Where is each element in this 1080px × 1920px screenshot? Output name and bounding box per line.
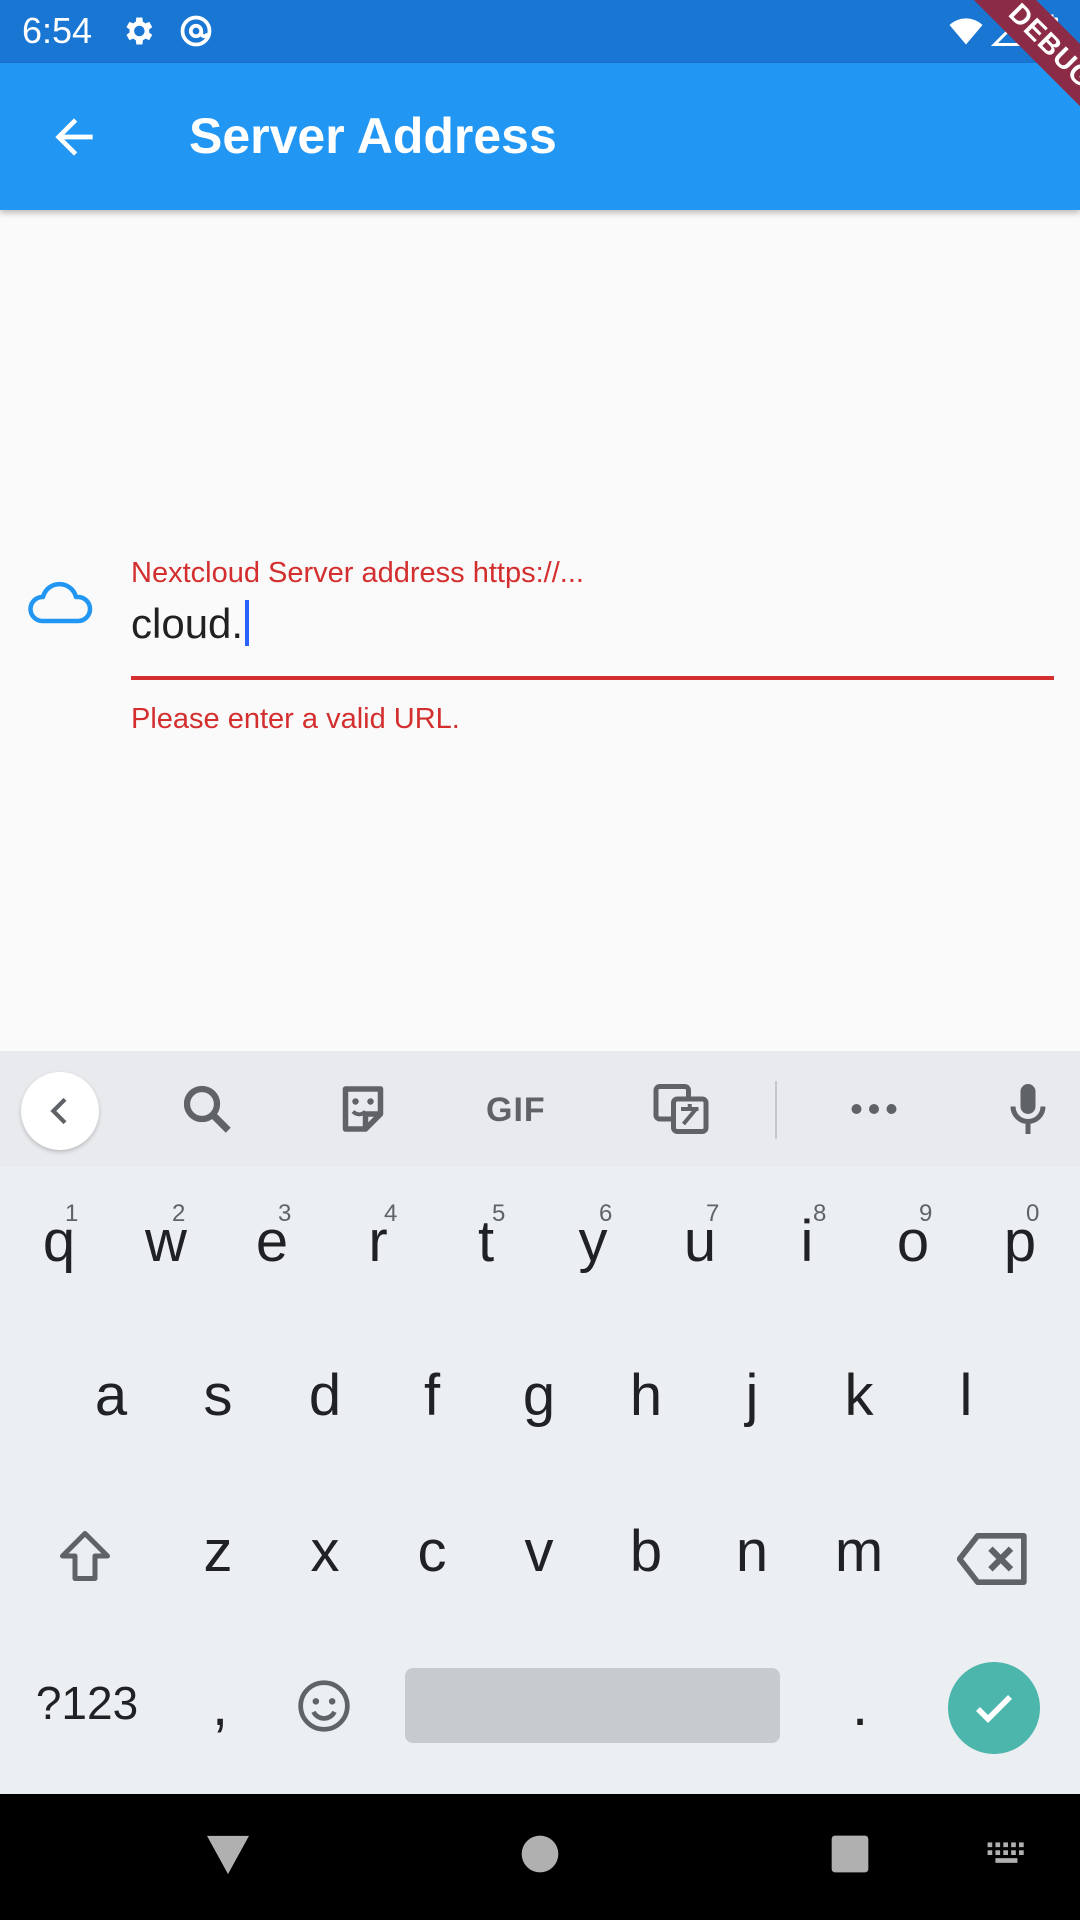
- input-underline: [131, 676, 1054, 680]
- space-key[interactable]: [405, 1668, 780, 1743]
- server-address-input[interactable]: cloud.: [131, 600, 250, 648]
- key-hint-4: 4: [384, 1200, 398, 1227]
- key-y[interactable]: y: [553, 1208, 633, 1275]
- gif-button[interactable]: GIF: [486, 1091, 546, 1130]
- keyboard-toolbar: GIF: [0, 1051, 1080, 1167]
- page-title: Server Address: [189, 108, 557, 164]
- key-v[interactable]: v: [499, 1518, 579, 1585]
- wifi-icon: [949, 18, 983, 45]
- search-icon[interactable]: [177, 1079, 237, 1139]
- key-u[interactable]: u: [660, 1208, 740, 1275]
- status-bar: 6:54: [0, 0, 1080, 63]
- at-sign-icon: [180, 15, 212, 47]
- home-nav-icon[interactable]: [520, 1834, 560, 1874]
- microphone-icon[interactable]: [998, 1079, 1058, 1139]
- server-address-label: Nextcloud Server address https://...: [131, 557, 584, 589]
- app-bar: Server Address: [0, 63, 1080, 210]
- key-w[interactable]: w: [126, 1208, 206, 1275]
- recents-nav-icon[interactable]: [830, 1834, 870, 1874]
- enter-key[interactable]: [948, 1662, 1040, 1754]
- key-hint-5: 5: [492, 1200, 506, 1227]
- error-message: Please enter a valid URL.: [131, 703, 460, 735]
- shift-key-icon[interactable]: [52, 1526, 118, 1586]
- key-g[interactable]: g: [499, 1362, 579, 1429]
- key-hint-3: 3: [278, 1200, 292, 1227]
- key-z[interactable]: z: [178, 1518, 258, 1585]
- back-nav-icon[interactable]: [205, 1834, 251, 1876]
- key-d[interactable]: d: [285, 1362, 365, 1429]
- key-p[interactable]: p: [980, 1208, 1060, 1275]
- key-n[interactable]: n: [712, 1518, 792, 1585]
- battery-icon: [1040, 14, 1058, 48]
- key-f[interactable]: f: [392, 1362, 472, 1429]
- server-address-value: cloud.: [131, 600, 244, 647]
- chevron-left-icon: [50, 1097, 67, 1125]
- text-cursor: [245, 600, 250, 646]
- sticker-icon[interactable]: [333, 1079, 393, 1139]
- key-hint-8: 8: [813, 1200, 827, 1227]
- cell-signal-icon: [990, 13, 1023, 46]
- navigation-bar: [0, 1794, 1080, 1920]
- checkmark-icon: [976, 1695, 1012, 1723]
- key-hint-1: 1: [65, 1200, 79, 1227]
- key-hint-2: 2: [172, 1200, 186, 1227]
- emoji-key-icon[interactable]: [296, 1678, 352, 1734]
- key-r[interactable]: r: [338, 1208, 418, 1275]
- toolbar-divider: [775, 1081, 777, 1139]
- translate-icon[interactable]: [651, 1079, 711, 1139]
- key-t[interactable]: t: [446, 1208, 526, 1275]
- key-b[interactable]: b: [606, 1518, 686, 1585]
- key-h[interactable]: h: [606, 1362, 686, 1429]
- key-i[interactable]: i: [767, 1208, 847, 1275]
- key-x[interactable]: x: [285, 1518, 365, 1585]
- key-m[interactable]: m: [819, 1518, 899, 1585]
- back-arrow-icon[interactable]: [46, 109, 102, 165]
- key-e[interactable]: e: [232, 1208, 312, 1275]
- key-a[interactable]: a: [71, 1362, 151, 1429]
- key-c[interactable]: c: [392, 1518, 472, 1585]
- settings-icon: [126, 17, 153, 45]
- comma-key[interactable]: ,: [200, 1672, 240, 1739]
- key-hint-7: 7: [706, 1200, 720, 1227]
- cloud-icon: [28, 581, 93, 624]
- key-hint-0: 0: [1026, 1200, 1040, 1227]
- key-hint-6: 6: [599, 1200, 613, 1227]
- symbols-key[interactable]: ?123: [22, 1676, 152, 1730]
- key-q[interactable]: q: [19, 1208, 99, 1275]
- keyboard-switch-icon[interactable]: [986, 1840, 1030, 1870]
- status-time: 6:54: [22, 10, 93, 51]
- key-l[interactable]: l: [926, 1362, 1006, 1429]
- period-key[interactable]: .: [840, 1672, 880, 1739]
- key-hint-9: 9: [919, 1200, 933, 1227]
- key-j[interactable]: j: [712, 1362, 792, 1429]
- more-options-icon[interactable]: [844, 1079, 904, 1139]
- key-s[interactable]: s: [178, 1362, 258, 1429]
- keyboard-collapse-button[interactable]: [21, 1072, 99, 1150]
- backspace-key-icon[interactable]: [957, 1530, 1029, 1588]
- key-o[interactable]: o: [873, 1208, 953, 1275]
- key-k[interactable]: k: [819, 1362, 899, 1429]
